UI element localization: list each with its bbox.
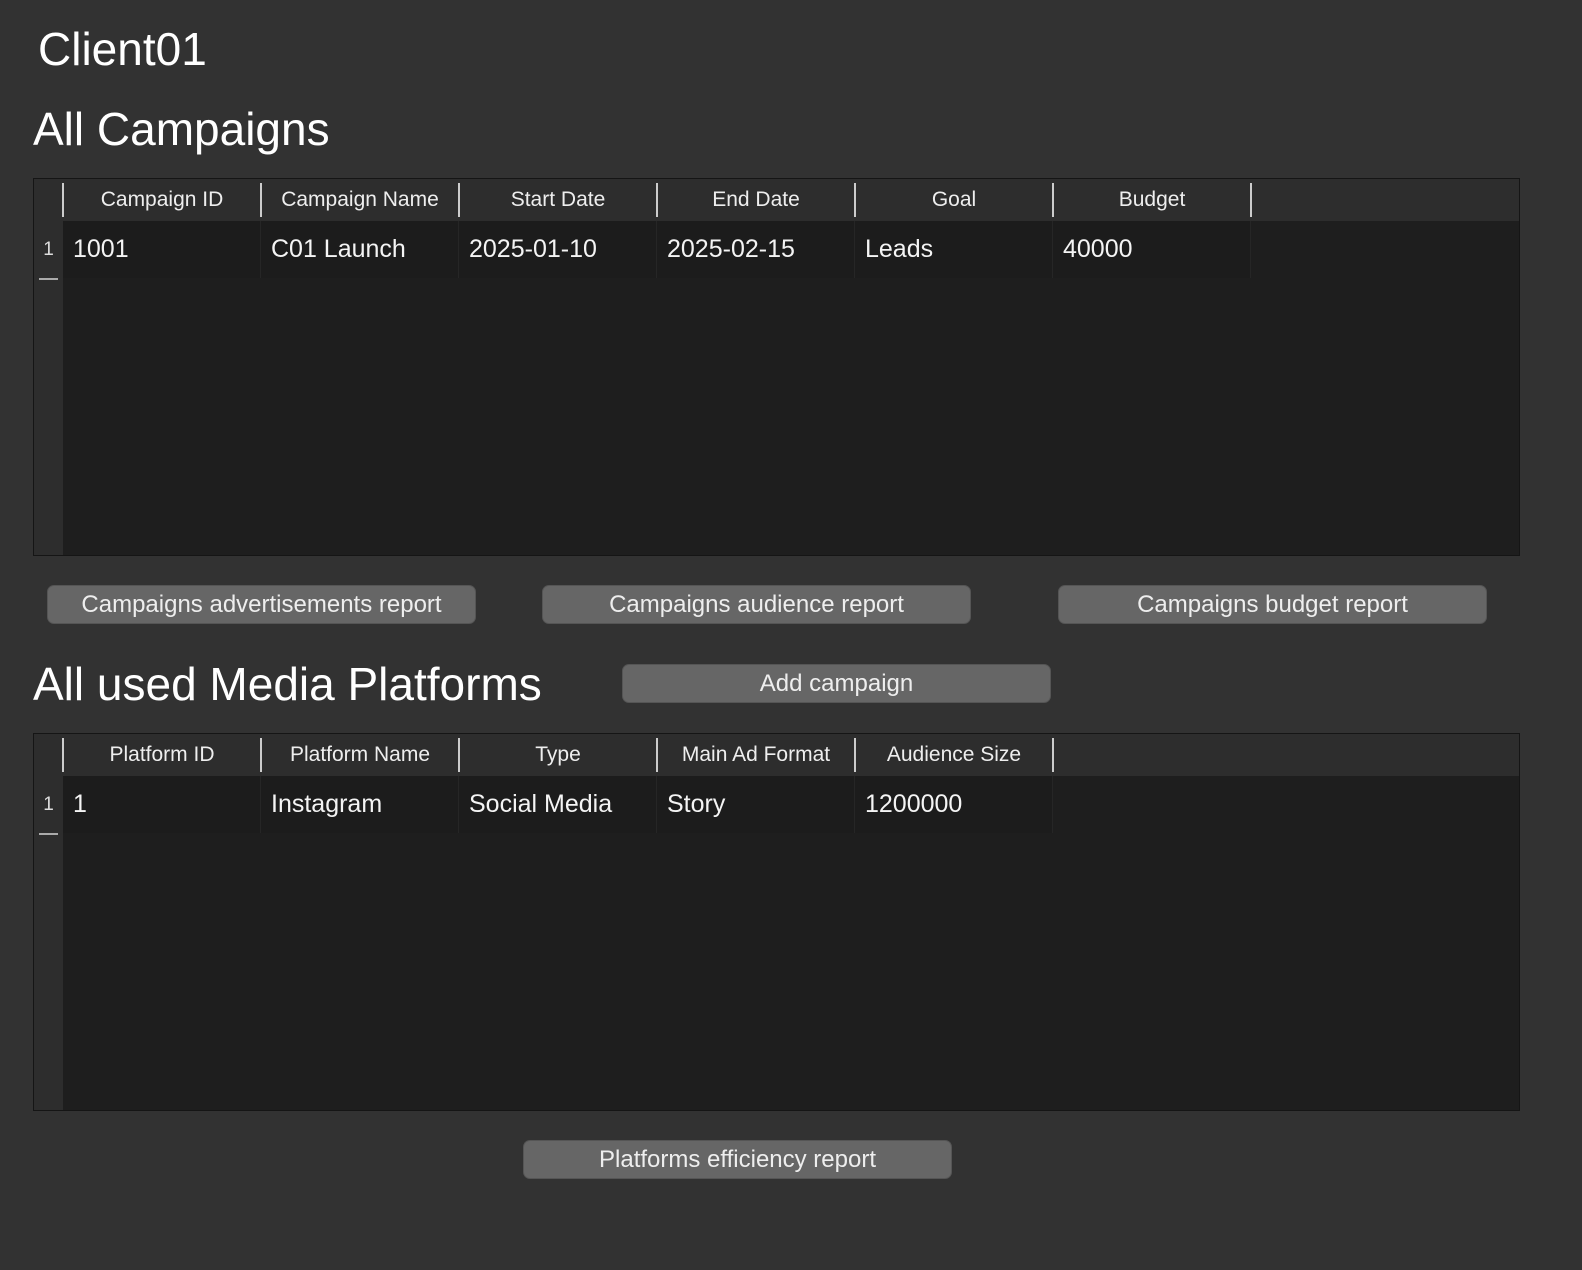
column-header-campaign-id[interactable]: Campaign ID xyxy=(62,183,260,217)
column-header-budget[interactable]: Budget xyxy=(1052,183,1250,217)
table-cell[interactable]: 2025-02-15 xyxy=(657,221,855,278)
table-cell[interactable]: C01 Launch xyxy=(261,221,459,278)
column-divider xyxy=(1052,738,1054,772)
table-cell[interactable]: 1200000 xyxy=(855,776,1053,833)
column-header-type[interactable]: Type xyxy=(458,738,656,772)
column-divider xyxy=(1250,183,1252,217)
row-number[interactable]: 1 xyxy=(34,776,63,835)
column-header-campaign-name[interactable]: Campaign Name xyxy=(260,183,458,217)
table-cell[interactable]: 40000 xyxy=(1053,221,1251,278)
column-header-main-ad-format[interactable]: Main Ad Format xyxy=(656,738,854,772)
platforms-table[interactable]: Platform ID Platform Name Type Main Ad F… xyxy=(33,733,1520,1111)
add-campaign-button[interactable]: Add campaign xyxy=(622,664,1051,703)
column-header-goal[interactable]: Goal xyxy=(854,183,1052,217)
row-number[interactable]: 1 xyxy=(34,221,63,280)
table-cell[interactable]: 1 xyxy=(63,776,261,833)
campaigns-budget-report-button[interactable]: Campaigns budget report xyxy=(1058,585,1487,624)
platforms-heading: All used Media Platforms xyxy=(33,658,542,710)
table-cell[interactable]: Instagram xyxy=(261,776,459,833)
table-cell[interactable]: 1001 xyxy=(63,221,261,278)
platforms-efficiency-report-button[interactable]: Platforms efficiency report xyxy=(523,1140,952,1179)
table-cell[interactable]: Social Media xyxy=(459,776,657,833)
campaigns-heading: All Campaigns xyxy=(33,103,330,155)
column-header-audience-size[interactable]: Audience Size xyxy=(854,738,1052,772)
column-header-platform-name[interactable]: Platform Name xyxy=(260,738,458,772)
client-title: Client01 xyxy=(38,23,207,75)
column-header-platform-id[interactable]: Platform ID xyxy=(62,738,260,772)
campaigns-audience-report-button[interactable]: Campaigns audience report xyxy=(542,585,971,624)
table-cell[interactable]: Story xyxy=(657,776,855,833)
column-header-start-date[interactable]: Start Date xyxy=(458,183,656,217)
table-cell[interactable]: 2025-01-10 xyxy=(459,221,657,278)
campaigns-table[interactable]: Campaign ID Campaign Name Start Date End… xyxy=(33,178,1520,556)
column-header-end-date[interactable]: End Date xyxy=(656,183,854,217)
campaigns-advertisements-report-button[interactable]: Campaigns advertisements report xyxy=(47,585,476,624)
table-cell[interactable]: Leads xyxy=(855,221,1053,278)
